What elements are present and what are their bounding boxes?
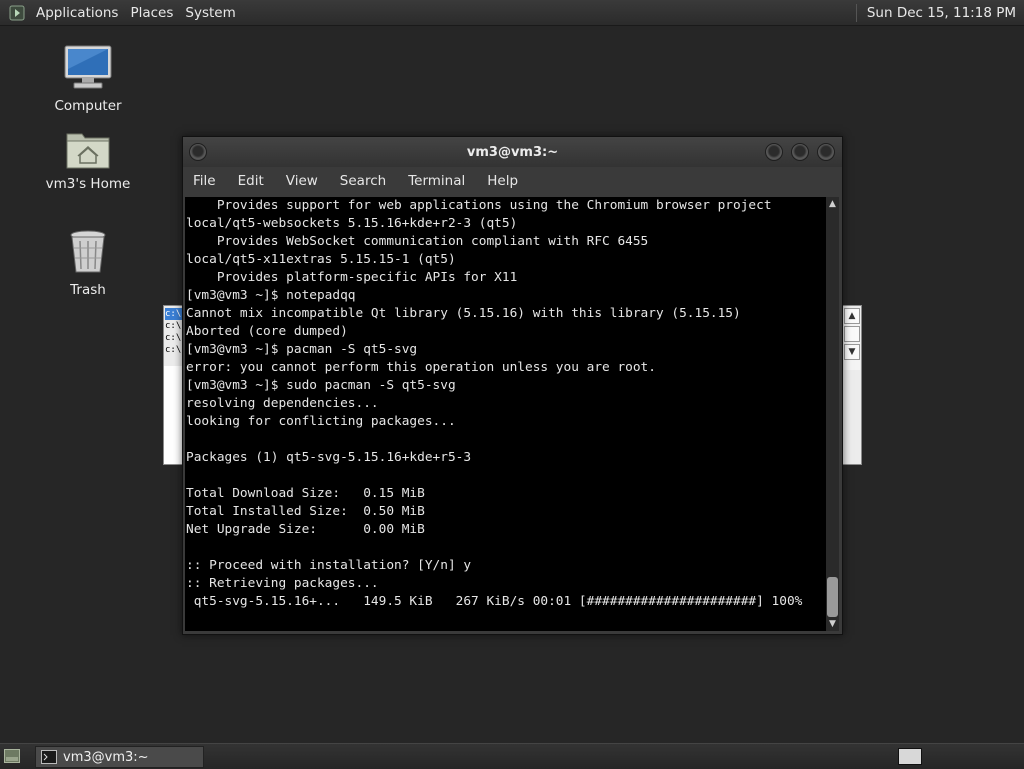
terminal-line: :: Proceed with installation? [Y/n] y	[186, 558, 472, 573]
minimize-icon[interactable]	[765, 143, 783, 161]
list-item[interactable]: c:\	[165, 332, 183, 344]
terminal-line: [vm3@vm3 ~]$ pacman -S qt5-svg	[186, 342, 418, 357]
desktop-icon-computer[interactable]: Computer	[38, 44, 138, 114]
bottom-panel: vm3@vm3:~	[0, 743, 1024, 769]
menu-search[interactable]: Search	[329, 173, 397, 189]
terminal-icon	[41, 750, 57, 764]
desktop-icon-label: Computer	[54, 98, 122, 114]
chevron-up-icon[interactable]: ▲	[844, 308, 860, 324]
chevron-down-icon[interactable]: ▼	[844, 344, 860, 360]
terminal-line: Total Download Size: 0.15 MiB	[186, 486, 425, 501]
taskbar-label: vm3@vm3:~	[63, 749, 149, 765]
desktop-icon-trash[interactable]: Trash	[38, 228, 138, 298]
terminal-line: [vm3@vm3 ~]$ notepadqq	[186, 288, 356, 303]
terminal-line: Net Upgrade Size: 0.00 MiB	[186, 522, 425, 537]
list-item[interactable]: c:\	[165, 320, 183, 332]
terminal-line: resolving dependencies...	[186, 396, 379, 411]
applications-menu[interactable]: Applications	[30, 5, 124, 21]
clock[interactable]: Sun Dec 15, 11:18 PM	[867, 5, 1024, 21]
menu-help[interactable]: Help	[476, 173, 529, 189]
terminal-line: [vm3@vm3 ~]$ sudo pacman -S qt5-svg	[186, 378, 456, 393]
terminal-line: local/qt5-websockets 5.15.16+kde+r2-3 (q…	[186, 216, 518, 231]
close-icon[interactable]	[817, 143, 835, 161]
window-titlebar[interactable]: vm3@vm3:~	[183, 137, 842, 167]
terminal-line: Provides WebSocket communication complia…	[186, 234, 649, 249]
terminal-line: qt5-svg-5.15.16+... 149.5 KiB 267 KiB/s …	[186, 594, 803, 609]
menu-file[interactable]: File	[183, 173, 227, 189]
system-menu[interactable]: System	[179, 5, 241, 21]
list-item[interactable]: c:\	[165, 344, 183, 356]
top-panel: Applications Places System Sun Dec 15, 1…	[0, 0, 1024, 26]
terminal-window[interactable]: vm3@vm3:~ File Edit View Search Terminal…	[182, 136, 843, 635]
desktop-icon-home[interactable]: vm3's Home	[38, 128, 138, 192]
show-desktop-icon[interactable]	[4, 749, 20, 763]
terminal-line: Aborted (core dumped)	[186, 324, 348, 339]
menu-terminal[interactable]: Terminal	[397, 173, 476, 189]
scroll-up-icon[interactable]: ▲	[826, 197, 839, 211]
background-file-list[interactable]: c:\ c:\ c:\ c:\	[165, 308, 183, 356]
taskbar-button-terminal[interactable]: vm3@vm3:~	[35, 746, 204, 768]
scroll-down-icon[interactable]: ▼	[826, 617, 839, 631]
home-folder-icon	[66, 133, 110, 169]
menu-logo-icon[interactable]	[8, 4, 26, 22]
scroll-thumb[interactable]	[844, 326, 860, 342]
menu-view[interactable]: View	[275, 173, 329, 189]
terminal-line: Cannot mix incompatible Qt library (5.15…	[186, 306, 741, 321]
monitor-icon	[64, 45, 112, 89]
places-menu[interactable]: Places	[124, 5, 179, 21]
scroll-thumb[interactable]	[827, 577, 838, 617]
workspace-switcher[interactable]	[898, 748, 922, 765]
list-item[interactable]: c:\	[165, 308, 183, 320]
background-panel	[164, 366, 184, 464]
terminal-scrollbar[interactable]: ▲ ▼	[826, 197, 839, 631]
desktop-icon-label: vm3's Home	[45, 176, 131, 192]
terminal-line: Packages (1) qt5-svg-5.15.16+kde+r5-3	[186, 450, 472, 465]
terminal-line: Provides platform-specific APIs for X11	[186, 270, 518, 285]
desktop-icon-label: Trash	[70, 282, 106, 298]
terminal-line: error: you cannot perform this operation…	[186, 360, 656, 375]
trash-icon	[70, 230, 106, 273]
menu-edit[interactable]: Edit	[227, 173, 275, 189]
terminal-menubar: File Edit View Search Terminal Help	[183, 167, 842, 195]
terminal-line: looking for conflicting packages...	[186, 414, 456, 429]
maximize-icon[interactable]	[791, 143, 809, 161]
window-menu-icon[interactable]	[189, 143, 207, 161]
window-title: vm3@vm3:~	[466, 144, 559, 160]
terminal-line: Total Installed Size: 0.50 MiB	[186, 504, 425, 519]
terminal-line: :: Retrieving packages...	[186, 576, 379, 591]
terminal-line: local/qt5-x11extras 5.15.15-1 (qt5)	[186, 252, 456, 267]
terminal-output[interactable]: Provides support for web applications us…	[185, 197, 826, 631]
terminal-line: Provides support for web applications us…	[186, 198, 772, 213]
background-scrollbar[interactable]: ▲ ▼	[844, 308, 860, 370]
panel-separator	[855, 3, 857, 22]
